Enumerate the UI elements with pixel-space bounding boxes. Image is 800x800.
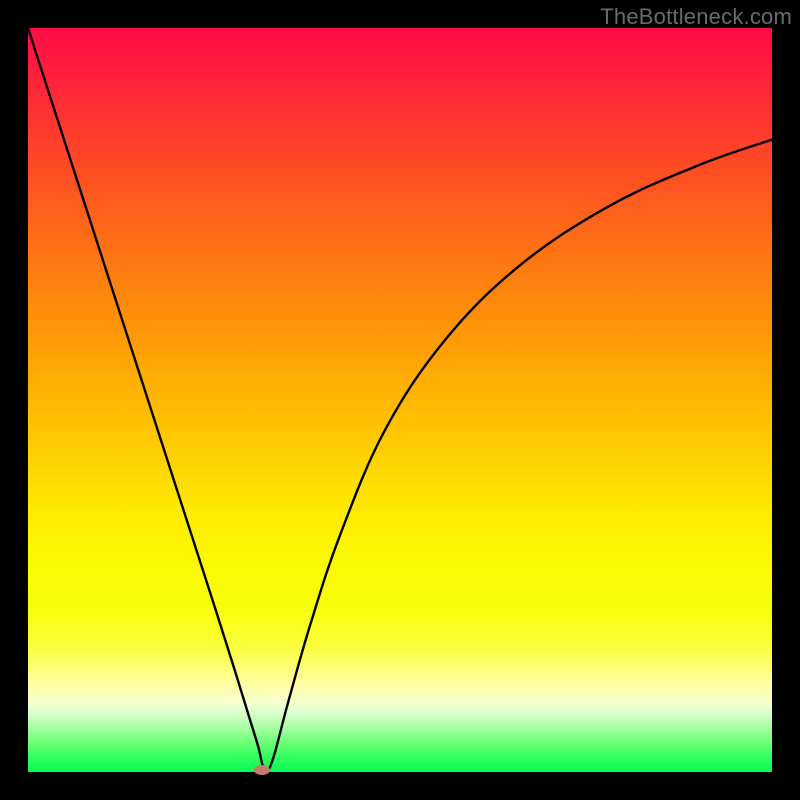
curve-svg — [28, 28, 772, 772]
minimum-marker — [254, 765, 270, 775]
watermark-text: TheBottleneck.com — [600, 4, 792, 30]
bottleneck-curve — [28, 28, 772, 772]
plot-area — [28, 28, 772, 772]
